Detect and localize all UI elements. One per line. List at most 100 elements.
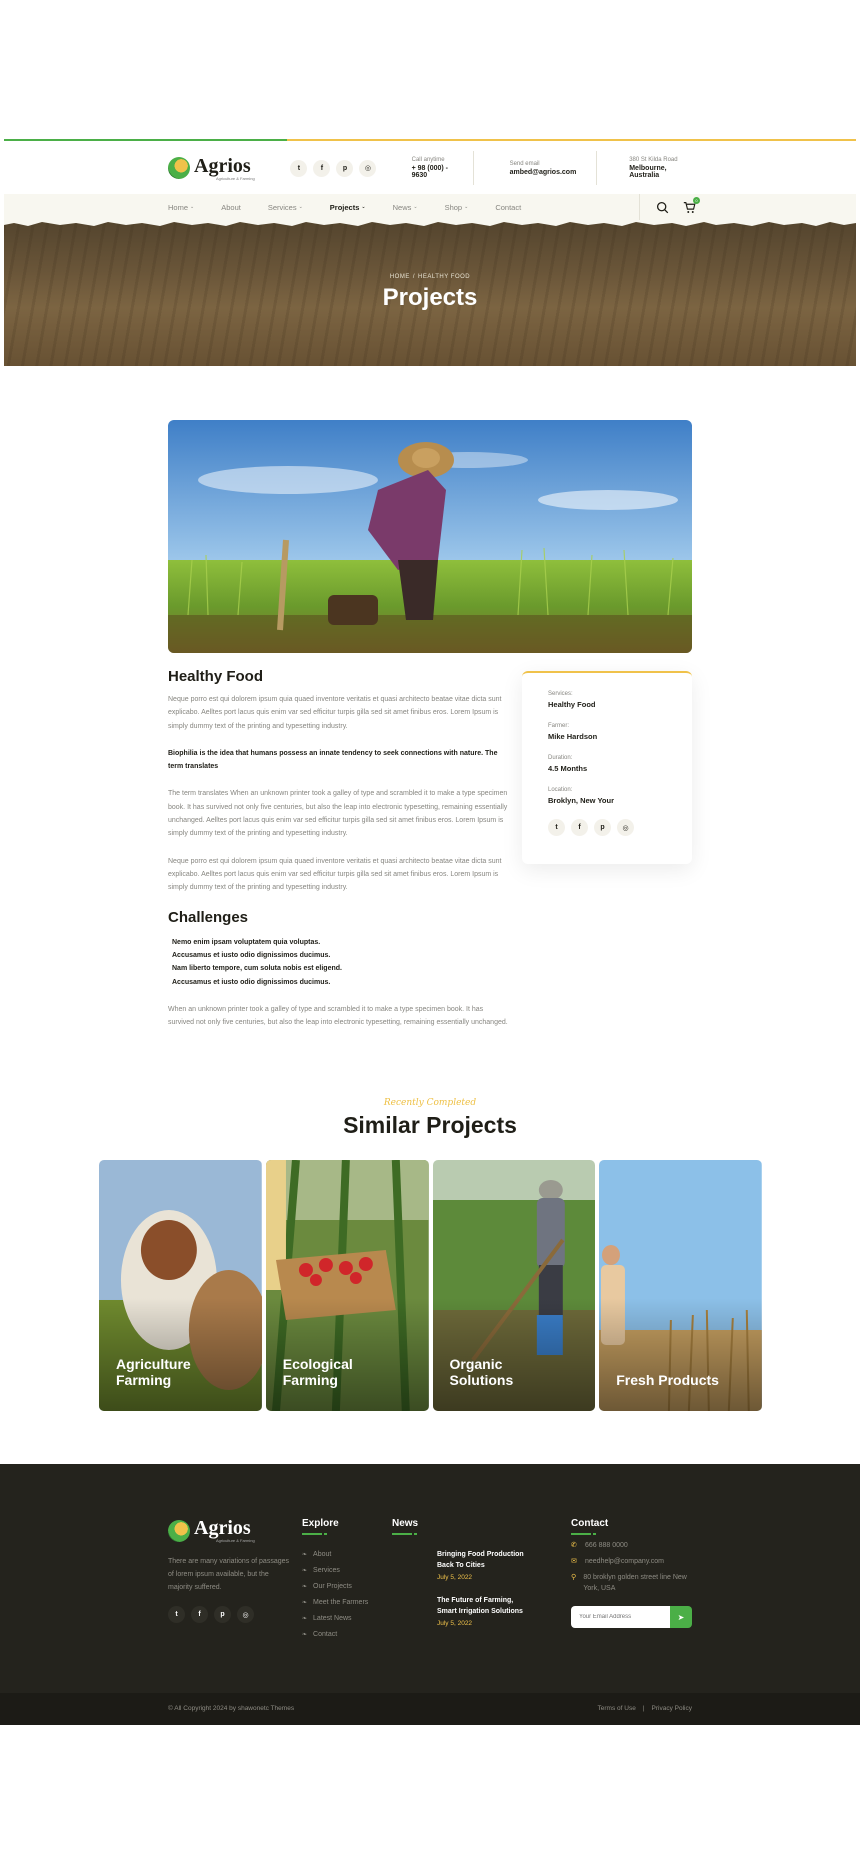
- project-card-title: Fresh Products: [616, 1372, 719, 1388]
- newsletter-email-input[interactable]: [571, 1606, 670, 1628]
- page-hero: HOME / HEALTHY FOOD Projects: [4, 220, 856, 366]
- pinterest-icon[interactable]: p: [214, 1606, 231, 1623]
- logo-tagline: Agriculture & Farming: [216, 175, 255, 181]
- footer-link[interactable]: ❧ About: [302, 1547, 368, 1563]
- twitter-icon[interactable]: t: [290, 159, 308, 177]
- breadcrumb: HOME / HEALTHY FOOD: [389, 274, 471, 280]
- section-title: Similar Projects: [343, 1112, 517, 1138]
- project-paragraph: The term translates When an unknown prin…: [168, 790, 508, 838]
- footer-heading: Explore: [302, 1518, 339, 1529]
- footer-contact: Contact ✆ 666 888 0000 ✉ needhelp@company.…: [571, 1518, 692, 1628]
- heading-underline: [392, 1533, 417, 1535]
- info-label: Farmer:: [548, 723, 569, 729]
- chevron-down-icon: ⌄: [464, 204, 469, 210]
- site-header: Agrios Agriculture & Farming t f p ◎ Cal…: [168, 143, 692, 193]
- heading-underline: [302, 1533, 327, 1535]
- footer-link[interactable]: ❧ Services: [302, 1563, 368, 1579]
- cart-icon[interactable]: 0: [683, 196, 700, 214]
- email-block: Send email ambed@agrios.com: [474, 151, 589, 185]
- similar-projects-header: Recently Completed Similar Projects: [0, 1098, 860, 1139]
- contact-address: ⚲ 80 broklyn golden street line New York,…: [571, 1574, 687, 1592]
- news-date: July 5, 2022: [437, 1620, 473, 1627]
- project-card-title: Agriculture Farming: [116, 1356, 191, 1388]
- page-title: Projects: [382, 284, 478, 311]
- footer-link[interactable]: ❧ Meet the Farmers: [302, 1595, 368, 1611]
- call-block: Call anytime + 98 (000) - 9630: [400, 151, 473, 185]
- twitter-icon[interactable]: t: [548, 819, 565, 836]
- project-info-card: Services: Healthy Food Farmer: Mike Hardso…: [522, 671, 692, 864]
- footer-logo[interactable]: Agrios Agriculture & Farming: [168, 1518, 296, 1543]
- footer-link[interactable]: ❧ Latest News: [302, 1611, 368, 1627]
- nav-home[interactable]: Home ⌄: [168, 203, 194, 212]
- nav-services[interactable]: Services ⌄: [268, 203, 303, 212]
- footer-heading: Contact: [571, 1518, 609, 1529]
- instagram-icon[interactable]: ◎: [359, 159, 377, 177]
- address-block: 380 St Kilda Road Melbourne, Australia: [597, 151, 692, 185]
- footer-explore: Explore ❧ About ❧ Services ❧ Our Projects ❧…: [302, 1518, 368, 1643]
- footer-link[interactable]: ❧ Our Projects: [302, 1579, 368, 1595]
- pinterest-icon[interactable]: p: [336, 159, 354, 177]
- nav-news[interactable]: News ⌄: [393, 203, 418, 212]
- info-label: Location:: [548, 787, 573, 793]
- news-item[interactable]: Bringing Food Production Back To Cities …: [437, 1549, 533, 1581]
- footer-social-links: t f p ◎: [168, 1606, 292, 1623]
- email-value[interactable]: ambed@agrios.com: [510, 169, 577, 176]
- footer-link[interactable]: ❧ Contact: [302, 1627, 368, 1643]
- project-card-title: Organic Solutions: [449, 1356, 514, 1388]
- instagram-icon[interactable]: ◎: [237, 1606, 254, 1623]
- instagram-icon[interactable]: ◎: [617, 819, 634, 836]
- twitter-icon[interactable]: t: [168, 1606, 185, 1623]
- news-title: Bringing Food Production Back To Cities: [437, 1551, 524, 1569]
- footer-news: News Bringing Food Production Back To Ci…: [392, 1518, 524, 1627]
- newsletter-form: ➤: [571, 1606, 692, 1628]
- leaf-icon: ❧: [302, 1600, 308, 1606]
- phone-icon: ✆: [571, 1542, 577, 1549]
- card-social-links: t f p ◎: [548, 819, 666, 836]
- nav-contact[interactable]: Contact: [495, 203, 521, 212]
- envelope-icon: ✉: [571, 1558, 577, 1565]
- nav-about[interactable]: About: [221, 203, 241, 212]
- map-pin-icon: ⚲: [571, 1574, 577, 1581]
- project-paragraph: Neque porro est qui dolorem ipsum quia q…: [168, 857, 502, 892]
- leaf-icon: ❧: [302, 1632, 308, 1638]
- project-card[interactable]: Organic Solutions: [432, 1160, 596, 1411]
- facebook-icon[interactable]: f: [571, 819, 588, 836]
- cart-count-badge: 0: [693, 196, 700, 204]
- terms-link[interactable]: Terms of Use: [598, 1705, 636, 1712]
- header-social-links: t f p ◎: [290, 159, 399, 177]
- nav-projects[interactable]: Projects ⌄: [330, 203, 366, 212]
- project-content: Healthy Food Neque porro est qui dolorem…: [168, 668, 508, 1044]
- project-card[interactable]: Agriculture Farming: [99, 1160, 262, 1411]
- similar-projects-grid: Agriculture Farming Ecological Farming O…: [99, 1160, 762, 1411]
- info-label: Services:: [548, 691, 573, 697]
- leaf-icon: ❧: [302, 1552, 308, 1558]
- project-card[interactable]: Ecological Farming: [265, 1160, 429, 1411]
- news-title: The Future of Farming, Smart Irrigation …: [437, 1597, 523, 1615]
- logo[interactable]: Agrios Agriculture & Farming: [168, 156, 284, 181]
- contact-email[interactable]: ✉ needhelp@company.com: [571, 1556, 692, 1567]
- torn-edge: [4, 220, 856, 226]
- newsletter-submit-button[interactable]: ➤: [670, 1606, 692, 1628]
- logo-name: Agrios: [194, 154, 251, 177]
- top-accent-line: [4, 139, 856, 141]
- project-card-title: Ecological Farming: [282, 1356, 353, 1388]
- news-item[interactable]: The Future of Farming, Smart Irrigation …: [437, 1595, 533, 1627]
- footer-about-text: There are many variations of passages of…: [168, 1558, 290, 1591]
- logo-name: Agrios: [194, 1517, 251, 1539]
- project-card[interactable]: Fresh Products: [599, 1160, 762, 1411]
- call-value[interactable]: + 98 (000) - 9630: [412, 165, 461, 179]
- footer-heading: News: [392, 1518, 419, 1529]
- facebook-icon[interactable]: f: [313, 159, 331, 177]
- list-item: Nam liberto tempore, cum soluta nobis es…: [172, 965, 342, 973]
- contact-phone[interactable]: ✆ 666 888 0000: [571, 1540, 692, 1551]
- nav-shop[interactable]: Shop ⌄: [445, 203, 469, 212]
- privacy-link[interactable]: Privacy Policy: [652, 1705, 692, 1712]
- facebook-icon[interactable]: f: [191, 1606, 208, 1623]
- search-icon[interactable]: [656, 201, 669, 214]
- logo-mark-icon: [168, 1519, 190, 1542]
- chevron-down-icon: ⌄: [298, 204, 303, 210]
- footer-about: Agrios Agriculture & Farming There are m…: [168, 1518, 292, 1623]
- breadcrumb-home[interactable]: HOME: [390, 274, 410, 280]
- project-paragraph: Neque porro est qui dolorem ipsum quia q…: [168, 696, 502, 730]
- pinterest-icon[interactable]: p: [594, 819, 611, 836]
